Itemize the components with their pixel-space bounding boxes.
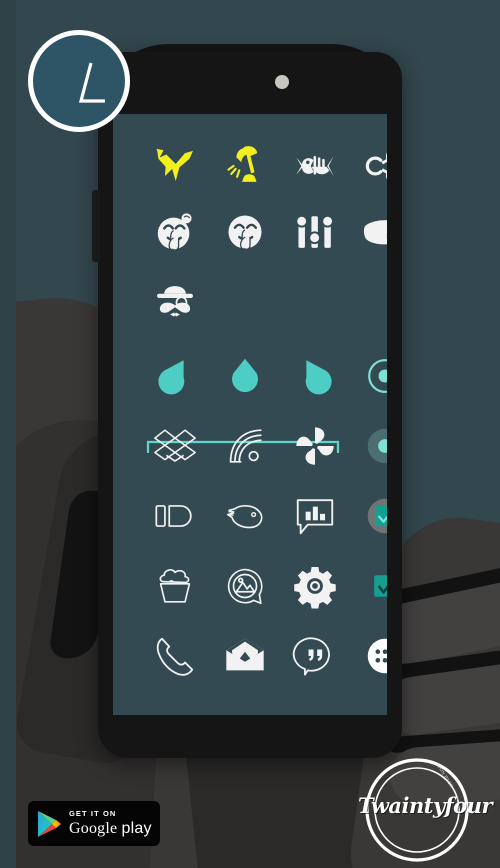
app-drawer-icon <box>367 638 387 674</box>
equalizer-sliders-icon <box>295 214 334 248</box>
bird-icon <box>226 505 263 529</box>
icon-cell-shushing-face-bun[interactable] <box>141 198 209 266</box>
svg-text:z: z <box>386 231 387 240</box>
icon-cell-reader-book[interactable] <box>141 482 209 550</box>
gear-icon <box>294 567 336 609</box>
icon-cell-equalizer-sliders[interactable] <box>281 198 349 266</box>
icon-cell-gentleman-mustache[interactable] <box>141 264 209 332</box>
reader-book-icon <box>155 505 192 527</box>
icon-cell-origami-crane[interactable] <box>141 132 209 200</box>
icon-cell-chat-stats[interactable] <box>281 482 349 550</box>
icon-cell-gallery-camera[interactable] <box>211 552 279 620</box>
icon-cell-phone[interactable] <box>141 622 209 690</box>
app-logo-badge <box>28 30 130 132</box>
phone-screen: Z z <box>113 114 387 715</box>
water-drop-right-icon <box>158 360 185 395</box>
icon-cell-signal-waves[interactable] <box>211 412 279 480</box>
shushing-face-icon <box>228 215 262 250</box>
sleeping-pillow-icon: Z z <box>363 220 387 245</box>
icon-cell-cupcake[interactable] <box>141 552 209 620</box>
cupcake-icon <box>159 569 191 603</box>
volume-rocker-button[interactable] <box>92 190 100 262</box>
chat-stats-icon <box>296 499 334 535</box>
icon-cell-desk-lamp[interactable] <box>211 132 279 200</box>
icon-cell-checkbox[interactable] <box>351 552 387 620</box>
store-badge-brand-serif: Google <box>69 819 118 837</box>
brand-logo-name: Twaintyfour <box>358 793 493 818</box>
gentleman-mustache-icon <box>157 286 193 317</box>
screenshot-stage: Z z <box>0 0 500 868</box>
front-camera-dot-icon <box>275 75 289 89</box>
shushing-face-bun-icon <box>157 213 192 251</box>
quote-bubble-icon <box>292 637 330 676</box>
icon-cell-sleeping-pillow[interactable]: Z z <box>351 198 387 266</box>
store-badge-brand: Google play <box>69 819 152 837</box>
water-drop-left-icon <box>305 360 332 395</box>
store-badge-brand-sans: play <box>121 819 152 837</box>
radio-button-circle-icon <box>367 428 387 464</box>
icon-cell-shushing-face[interactable] <box>211 198 279 266</box>
icon-cell-app-drawer[interactable] <box>351 622 387 690</box>
three-circles-icon <box>365 152 387 180</box>
store-badge-small-label: GET IT ON <box>69 809 117 819</box>
icon-cell-radio-button-outline[interactable] <box>351 342 387 410</box>
icon-cell-fish-skeleton[interactable] <box>281 132 349 200</box>
icon-cell-radio-button-circle[interactable] <box>351 412 387 480</box>
pinwheel-icon <box>296 427 334 465</box>
water-drop-icon <box>232 358 258 392</box>
icon-cell-dropbox[interactable] <box>141 412 209 480</box>
origami-crane-icon <box>156 148 193 182</box>
icon-cell-water-drop-left[interactable] <box>281 342 349 410</box>
icon-cell-bird[interactable] <box>211 482 279 550</box>
desk-lamp-icon <box>227 146 258 182</box>
google-play-badge[interactable]: GET IT ON Google play <box>28 801 160 846</box>
phone-icon <box>156 637 194 676</box>
brand-logo: ICON PACK Twaintyfour <box>358 755 493 865</box>
icon-cell-water-drop-right[interactable] <box>141 342 209 410</box>
dropbox-icon <box>154 429 196 462</box>
google-play-triangle-icon <box>38 810 61 837</box>
gallery-camera-icon <box>227 568 263 605</box>
icon-cell-envelope[interactable] <box>211 622 279 690</box>
icon-cell-checkbox-circle[interactable] <box>351 482 387 550</box>
icon-cell-three-circles[interactable] <box>351 132 387 200</box>
checkbox-icon <box>374 575 387 597</box>
logo-letter-l-icon <box>78 62 105 103</box>
envelope-icon <box>226 638 264 671</box>
radio-button-outline-icon <box>368 359 387 393</box>
fish-skeleton-icon <box>296 155 334 177</box>
icon-cell-gear[interactable] <box>281 552 349 620</box>
icon-cell-quote-bubble[interactable] <box>281 622 349 690</box>
checkbox-circle-icon <box>367 498 387 534</box>
icon-cell-water-drop[interactable] <box>211 342 279 410</box>
signal-waves-icon <box>229 429 262 463</box>
icon-cell-pinwheel[interactable] <box>281 412 349 480</box>
background-left-strip <box>0 0 16 868</box>
